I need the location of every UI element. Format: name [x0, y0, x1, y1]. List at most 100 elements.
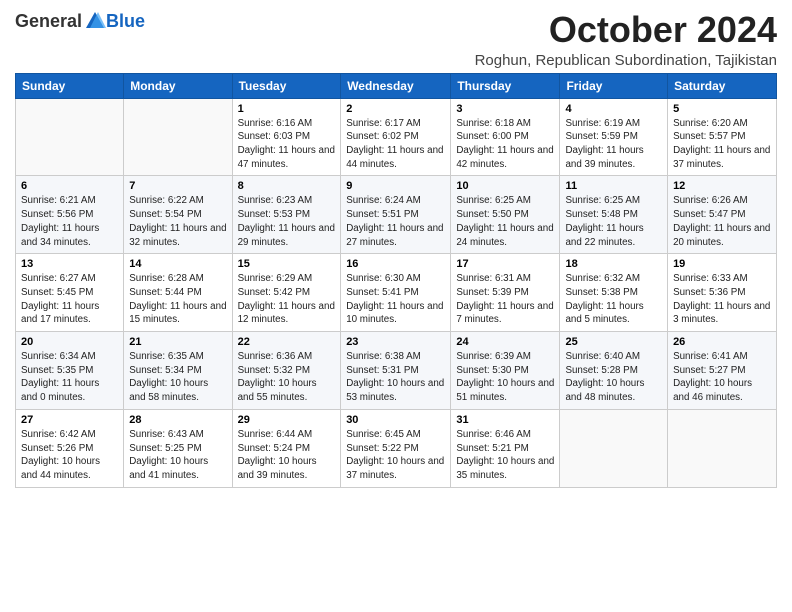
day-detail: Sunrise: 6:40 AMSunset: 5:28 PMDaylight:… — [565, 350, 662, 405]
calendar-cell: 9 Sunrise: 6:24 AMSunset: 5:51 PMDaylight… — [341, 176, 451, 254]
calendar-week-row: 13 Sunrise: 6:27 AMSunset: 5:45 PMDayligh… — [16, 254, 777, 332]
day-detail: Sunrise: 6:17 AMSunset: 6:02 PMDaylight:… — [346, 117, 445, 172]
weekday-header-thursday: Thursday — [451, 73, 560, 98]
day-number: 27 — [21, 414, 118, 426]
calendar-cell — [124, 98, 232, 176]
weekday-header-row: SundayMondayTuesdayWednesdayThursdayFrid… — [16, 73, 777, 98]
month-title: October 2024 — [475, 10, 777, 50]
calendar-cell: 30Sunrise: 6:45 AMSunset: 5:22 PMDayligh… — [341, 409, 451, 487]
day-number: 25 — [565, 336, 662, 348]
day-detail: Sunrise: 6:16 AMSunset: 6:03 PMDaylight:… — [238, 117, 336, 172]
day-detail: Sunrise: 6:20 AMSunset: 5:57 PMDaylight:… — [673, 117, 771, 172]
day-number: 11 — [565, 180, 662, 192]
day-detail: Sunrise: 6:22 AMSunset: 5:54 PMDaylight:… — [129, 194, 226, 249]
logo-blue: Blue — [106, 11, 145, 32]
day-detail: Sunrise: 6:33 AMSunset: 5:36 PMDaylight:… — [673, 272, 771, 327]
weekday-header-monday: Monday — [124, 73, 232, 98]
day-number: 8 — [238, 180, 336, 192]
calendar-cell: 22 Sunrise: 6:36 AMSunset: 5:32 PMDayligh… — [232, 332, 341, 410]
day-detail: Sunrise: 6:18 AMSunset: 6:00 PMDaylight:… — [456, 117, 554, 172]
day-number: 5 — [673, 103, 771, 115]
calendar-week-row: 20 Sunrise: 6:34 AMSunset: 5:35 PMDayligh… — [16, 332, 777, 410]
calendar-cell: 13 Sunrise: 6:27 AMSunset: 5:45 PMDayligh… — [16, 254, 124, 332]
calendar-cell: 3 Sunrise: 6:18 AMSunset: 6:00 PMDaylight… — [451, 98, 560, 176]
day-number: 4 — [565, 103, 662, 115]
day-detail: Sunrise: 6:23 AMSunset: 5:53 PMDaylight:… — [238, 194, 336, 249]
day-number: 3 — [456, 103, 554, 115]
day-detail: Sunrise: 6:24 AMSunset: 5:51 PMDaylight:… — [346, 194, 445, 249]
day-number: 6 — [21, 180, 118, 192]
calendar-cell: 24 Sunrise: 6:39 AMSunset: 5:30 PMDayligh… — [451, 332, 560, 410]
calendar-table: SundayMondayTuesdayWednesdayThursdayFrid… — [15, 73, 777, 488]
calendar-cell: 2 Sunrise: 6:17 AMSunset: 6:02 PMDaylight… — [341, 98, 451, 176]
calendar-cell: 7 Sunrise: 6:22 AMSunset: 5:54 PMDaylight… — [124, 176, 232, 254]
logo-icon — [84, 10, 106, 32]
calendar-cell: 25 Sunrise: 6:40 AMSunset: 5:28 PMDayligh… — [560, 332, 668, 410]
day-number: 20 — [21, 336, 118, 348]
day-number: 16 — [346, 258, 445, 270]
day-detail: Sunrise: 6:32 AMSunset: 5:38 PMDaylight:… — [565, 272, 662, 327]
day-number: 7 — [129, 180, 226, 192]
calendar-cell: 17 Sunrise: 6:31 AMSunset: 5:39 PMDayligh… — [451, 254, 560, 332]
day-number: 19 — [673, 258, 771, 270]
day-number: 9 — [346, 180, 445, 192]
calendar-week-row: 1Sunrise: 6:16 AMSunset: 6:03 PMDaylight… — [16, 98, 777, 176]
calendar-cell: 29 Sunrise: 6:44 AMSunset: 5:24 PMDayligh… — [232, 409, 341, 487]
calendar-cell: 16 Sunrise: 6:30 AMSunset: 5:41 PMDayligh… — [341, 254, 451, 332]
day-detail: Sunrise: 6:29 AMSunset: 5:42 PMDaylight:… — [238, 272, 336, 327]
calendar-cell: 5 Sunrise: 6:20 AMSunset: 5:57 PMDaylight… — [668, 98, 777, 176]
calendar-cell: 18 Sunrise: 6:32 AMSunset: 5:38 PMDayligh… — [560, 254, 668, 332]
day-detail: Sunrise: 6:36 AMSunset: 5:32 PMDaylight:… — [238, 350, 336, 405]
calendar-page: General Blue October 2024 Roghun, Republ… — [0, 0, 792, 612]
day-detail: Sunrise: 6:27 AMSunset: 5:45 PMDaylight:… — [21, 272, 118, 327]
weekday-header-saturday: Saturday — [668, 73, 777, 98]
day-detail: Sunrise: 6:26 AMSunset: 5:47 PMDaylight:… — [673, 194, 771, 249]
day-detail: Sunrise: 6:44 AMSunset: 5:24 PMDaylight:… — [238, 428, 336, 483]
day-detail: Sunrise: 6:30 AMSunset: 5:41 PMDaylight:… — [346, 272, 445, 327]
day-detail: Sunrise: 6:25 AMSunset: 5:50 PMDaylight:… — [456, 194, 554, 249]
calendar-cell: 15 Sunrise: 6:29 AMSunset: 5:42 PMDayligh… — [232, 254, 341, 332]
day-number: 22 — [238, 336, 336, 348]
calendar-cell: 27 Sunrise: 6:42 AMSunset: 5:26 PMDayligh… — [16, 409, 124, 487]
day-detail: Sunrise: 6:41 AMSunset: 5:27 PMDaylight:… — [673, 350, 771, 405]
day-number: 24 — [456, 336, 554, 348]
day-detail: Sunrise: 6:39 AMSunset: 5:30 PMDaylight:… — [456, 350, 554, 405]
day-number: 14 — [129, 258, 226, 270]
day-number: 15 — [238, 258, 336, 270]
calendar-cell: 26Sunrise: 6:41 AMSunset: 5:27 PMDayligh… — [668, 332, 777, 410]
day-detail: Sunrise: 6:34 AMSunset: 5:35 PMDaylight:… — [21, 350, 118, 405]
day-detail: Sunrise: 6:43 AMSunset: 5:25 PMDaylight:… — [129, 428, 226, 483]
day-number: 12 — [673, 180, 771, 192]
day-number: 17 — [456, 258, 554, 270]
day-detail: Sunrise: 6:28 AMSunset: 5:44 PMDaylight:… — [129, 272, 226, 327]
day-detail: Sunrise: 6:21 AMSunset: 5:56 PMDaylight:… — [21, 194, 118, 249]
day-number: 29 — [238, 414, 336, 426]
weekday-header-sunday: Sunday — [16, 73, 124, 98]
day-detail: Sunrise: 6:45 AMSunset: 5:22 PMDaylight:… — [346, 428, 445, 483]
calendar-week-row: 6 Sunrise: 6:21 AMSunset: 5:56 PMDaylight… — [16, 176, 777, 254]
calendar-cell: 8 Sunrise: 6:23 AMSunset: 5:53 PMDaylight… — [232, 176, 341, 254]
day-detail: Sunrise: 6:31 AMSunset: 5:39 PMDaylight:… — [456, 272, 554, 327]
day-detail: Sunrise: 6:25 AMSunset: 5:48 PMDaylight:… — [565, 194, 662, 249]
day-number: 13 — [21, 258, 118, 270]
calendar-cell: 12 Sunrise: 6:26 AMSunset: 5:47 PMDayligh… — [668, 176, 777, 254]
calendar-cell — [668, 409, 777, 487]
day-detail: Sunrise: 6:38 AMSunset: 5:31 PMDaylight:… — [346, 350, 445, 405]
calendar-cell — [16, 98, 124, 176]
logo: General Blue — [15, 10, 145, 32]
day-number: 18 — [565, 258, 662, 270]
calendar-cell: 20 Sunrise: 6:34 AMSunset: 5:35 PMDayligh… — [16, 332, 124, 410]
day-number: 2 — [346, 103, 445, 115]
calendar-cell: 19 Sunrise: 6:33 AMSunset: 5:36 PMDayligh… — [668, 254, 777, 332]
calendar-cell — [560, 409, 668, 487]
day-detail: Sunrise: 6:35 AMSunset: 5:34 PMDaylight:… — [129, 350, 226, 405]
calendar-cell: 28 Sunrise: 6:43 AMSunset: 5:25 PMDayligh… — [124, 409, 232, 487]
logo-general: General — [15, 11, 82, 32]
day-number: 28 — [129, 414, 226, 426]
day-number: 21 — [129, 336, 226, 348]
calendar-cell: 21 Sunrise: 6:35 AMSunset: 5:34 PMDayligh… — [124, 332, 232, 410]
day-detail: Sunrise: 6:42 AMSunset: 5:26 PMDaylight:… — [21, 428, 118, 483]
calendar-cell: 23Sunrise: 6:38 AMSunset: 5:31 PMDayligh… — [341, 332, 451, 410]
day-number: 10 — [456, 180, 554, 192]
page-header: General Blue October 2024 Roghun, Republ… — [15, 10, 777, 69]
